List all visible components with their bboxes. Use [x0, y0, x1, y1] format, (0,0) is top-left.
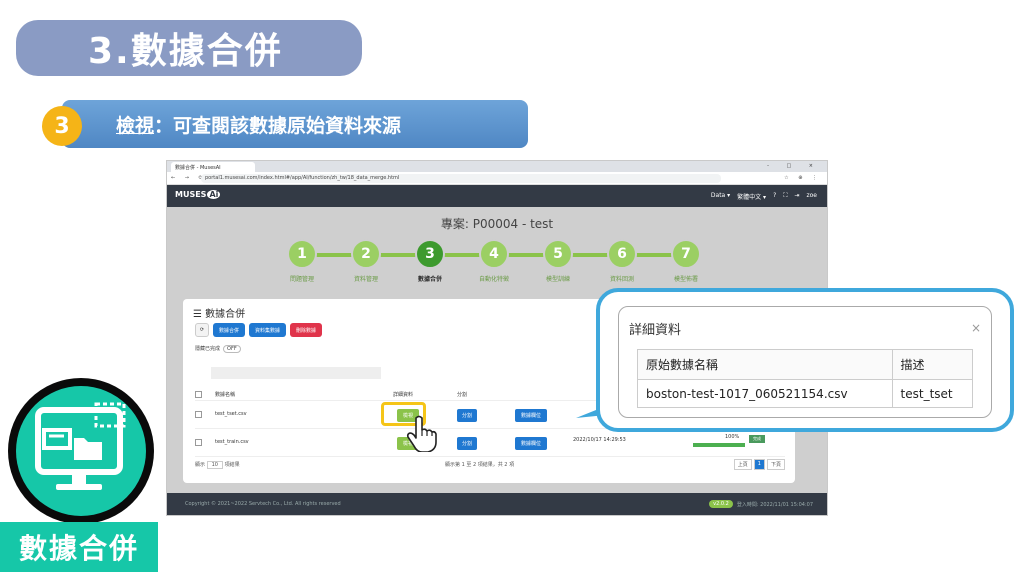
app-logo[interactable]: MUSES Ai: [175, 190, 221, 199]
step-text-rest: ：可查閱該數據原始資料來源: [154, 114, 402, 137]
table-row: test_train.csv 檢視 分割 數據欄位 2022/10/17 14:…: [195, 431, 785, 457]
merge-button[interactable]: 數據合併: [213, 323, 246, 337]
close-icon[interactable]: ×: [971, 321, 981, 335]
data-merge-icon: [35, 402, 126, 490]
window-controls[interactable]: - □ ×: [767, 163, 821, 169]
preview-button[interactable]: 數據欄位: [515, 437, 547, 450]
refresh-button[interactable]: ⟳: [195, 323, 209, 337]
browser-tab[interactable]: 數據合併 - MusesAI: [171, 162, 255, 172]
hide-completed-row: 隱藏已完成 OFF: [195, 345, 241, 353]
step-4[interactable]: 4 自動化特徵: [479, 239, 509, 283]
step-3[interactable]: 3 數據合併: [415, 239, 445, 283]
select-all-checkbox[interactable]: [195, 391, 202, 398]
step-text-underlined: 檢視: [116, 114, 155, 137]
logout-icon[interactable]: ⇥: [794, 192, 799, 201]
col-name: 數據名稱: [215, 392, 236, 398]
card-title: ☰ 數據合併: [193, 309, 246, 320]
detail-header-source: 原始數據名稱: [637, 349, 893, 380]
step-banner: 檢視 ：可查閱該數據原始資料來源: [62, 100, 528, 148]
extensions-icon[interactable]: ☆ ⊕ ⋮: [784, 175, 821, 181]
step-1[interactable]: 1 問題管理: [287, 239, 317, 283]
url-field[interactable]: portal1.musesai.com/index.html#/app/AI/f…: [201, 174, 721, 183]
detail-header-desc: 描述: [891, 349, 974, 380]
status-badge: 完成: [749, 435, 765, 443]
row-name: test_tset.csv: [215, 411, 247, 417]
row-date: 2022/10/17 14:29:53: [573, 437, 626, 443]
version-badge: v2.0.2: [709, 500, 733, 508]
workflow-steps: 1 問題管理 2 資料管理 3 數據合併 4 自動化特徵 5 模型訓練 6 資料回測 7 模型…: [287, 239, 707, 289]
row-checkbox[interactable]: [195, 439, 202, 446]
browser-tabbar: 數據合併 - MusesAI - □ ×: [167, 161, 827, 172]
app-footer: Copyright © 2021~2022 Servtech Co., Ltd.…: [167, 493, 827, 515]
row-percent: 100%: [725, 434, 740, 440]
slide-title: 3.數據合併: [16, 20, 362, 76]
feature-icon-circle: [8, 378, 154, 524]
page-size-select[interactable]: 10: [206, 461, 223, 469]
detail-table: 原始數據名稱 描述 boston-test-1017_060521154.csv…: [637, 349, 974, 408]
step-number-badge: 3: [42, 106, 82, 146]
header-right-menu: Data ▾ 繁體中文 ▾ ? ⛶ ⇥ zoe: [711, 192, 817, 201]
detail-source-name: boston-test-1017_060521154.csv: [637, 379, 893, 408]
preview-button[interactable]: 數據欄位: [515, 409, 547, 422]
dialog-title: 詳細資料: [629, 323, 682, 338]
dataset-button[interactable]: 資料集數據: [249, 323, 287, 337]
language-menu[interactable]: 繁體中文 ▾: [737, 192, 766, 201]
detail-dialog: 詳細資料 × 原始數據名稱 描述 boston-test-1017_060521…: [618, 306, 992, 418]
step-7[interactable]: 7 模型佈署: [671, 239, 701, 283]
detail-callout: 詳細資料 × 原始數據名稱 描述 boston-test-1017_060521…: [596, 288, 1014, 432]
card-toolbar: ⟳ 數據合併 資料集數據 刪除數據: [195, 323, 323, 337]
step-6[interactable]: 6 資料回測: [607, 239, 637, 283]
row-checkbox[interactable]: [195, 411, 202, 418]
feature-label: 數據合併: [0, 522, 158, 572]
table-footer: 顯示 10 項結果 顯示第 1 至 2 項結果，共 2 項 上頁 1 下頁: [195, 459, 785, 470]
footer-copyright: Copyright © 2021~2022 Servtech Co., Ltd.…: [185, 501, 341, 507]
delete-button[interactable]: 刪除數據: [290, 323, 323, 337]
pagination-info: 顯示第 1 至 2 項結果，共 2 項: [445, 462, 515, 468]
next-page-button[interactable]: 下頁: [766, 459, 785, 470]
hide-completed-toggle[interactable]: OFF: [223, 345, 241, 353]
app-header: MUSES Ai Data ▾ 繁體中文 ▾ ? ⛶ ⇥ zoe: [167, 185, 827, 207]
page-1-button[interactable]: 1: [753, 459, 765, 470]
table-search-input[interactable]: [211, 367, 381, 379]
row-progress-bar: [693, 443, 745, 447]
detail-description: test_tset: [891, 379, 974, 408]
split-button[interactable]: 分割: [457, 437, 477, 450]
step-5[interactable]: 5 模型訓練: [543, 239, 573, 283]
prev-page-button[interactable]: 上頁: [733, 459, 752, 470]
help-icon[interactable]: ?: [773, 192, 776, 201]
fullscreen-icon[interactable]: ⛶: [783, 192, 787, 201]
data-menu[interactable]: Data ▾: [711, 192, 730, 201]
row-name: test_train.csv: [215, 439, 249, 445]
split-button[interactable]: 分割: [457, 409, 477, 422]
step-2[interactable]: 2 資料管理: [351, 239, 381, 283]
col-split: 分割: [457, 392, 468, 398]
browser-addressbar: ← → ⟳ portal1.musesai.com/index.html#/ap…: [167, 172, 827, 185]
hand-pointer-icon: [406, 415, 437, 452]
pagination: 上頁 1 下頁: [733, 459, 785, 470]
user-name[interactable]: zoe: [806, 192, 817, 201]
project-title: 專案: P00004 - test: [440, 217, 554, 231]
login-time: 登入時間: 2022/11/01 15:04:07: [736, 501, 813, 508]
col-detail: 詳細資料: [393, 392, 414, 398]
